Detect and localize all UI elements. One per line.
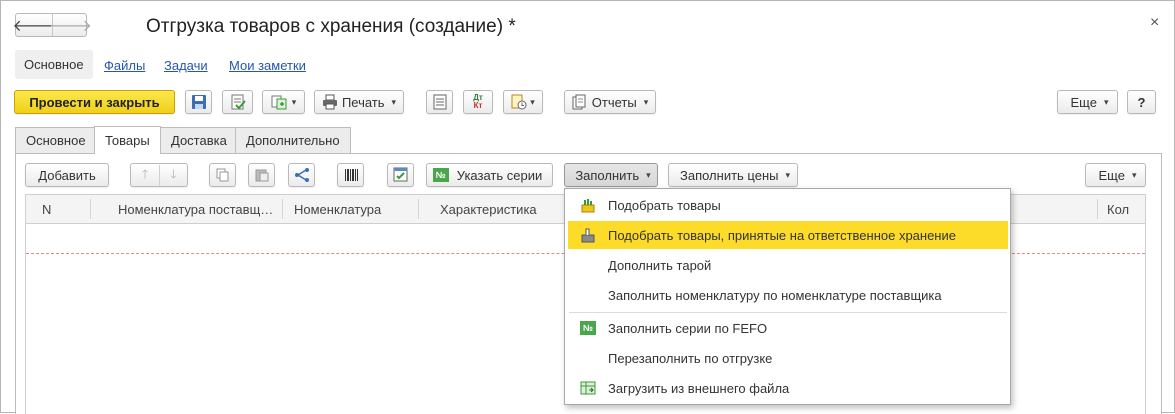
save-icon <box>191 95 206 109</box>
section-tasks[interactable]: Задачи <box>164 58 208 73</box>
structure-button[interactable]: ▾ <box>503 90 543 114</box>
tab-delivery[interactable]: Доставка <box>160 127 238 153</box>
menu-separator <box>569 312 1007 313</box>
series-icon: № <box>580 321 596 335</box>
barcode-button[interactable] <box>337 163 364 187</box>
reports-button[interactable]: Отчеты ▾ <box>564 90 656 114</box>
split-row-button[interactable] <box>288 163 315 187</box>
debit-credit-button[interactable]: Дт Кт <box>463 90 493 114</box>
fill-dropdown-menu: Подобрать товары Подобрать товары, приня… <box>564 188 1011 405</box>
barcode-icon <box>344 169 358 181</box>
print-button[interactable]: Печать ▾ <box>314 90 404 114</box>
chevron-down-icon: ▾ <box>291 96 297 107</box>
post-and-close-label: Провести и закрыть <box>29 94 160 110</box>
pick-goods-icon <box>581 199 595 213</box>
add-row-button[interactable]: Добавить <box>25 163 109 187</box>
chevron-down-icon: ▾ <box>391 96 397 107</box>
post-button[interactable] <box>222 90 253 114</box>
fill-button[interactable]: Заполнить ▾ <box>564 163 658 187</box>
more-label: Еще <box>1070 94 1097 110</box>
fill-label: Заполнить <box>575 167 640 183</box>
create-based-on-button[interactable]: ▾ <box>262 90 305 114</box>
chevron-down-icon: ▾ <box>1103 96 1109 107</box>
move-down-icon[interactable]: 🡓 <box>159 164 187 186</box>
move-rows-group: 🡑 🡓 <box>130 163 188 187</box>
chevron-down-icon: ▾ <box>785 169 790 180</box>
check-button[interactable] <box>387 163 414 187</box>
menu-item-load-from-file[interactable]: Загрузить из внешнего файла <box>568 374 1008 402</box>
split-icon <box>294 168 309 182</box>
menu-item-fill-series-fefo[interactable]: № Заполнить серии по FEFO <box>568 314 1008 342</box>
more-button[interactable]: Еще ▾ <box>1057 90 1118 114</box>
section-my-notes[interactable]: Мои заметки <box>229 58 306 73</box>
copy-button[interactable] <box>209 163 236 187</box>
fill-prices-button[interactable]: Заполнить цены ▾ <box>668 163 798 187</box>
paste-icon <box>255 169 268 182</box>
back-arrow-icon[interactable]: 🡐 <box>13 14 56 36</box>
menu-item-label: Подобрать товары <box>608 197 721 213</box>
series-icon: № <box>432 168 449 182</box>
copy-icon <box>216 168 228 182</box>
help-label: ? <box>1137 94 1146 110</box>
help-button[interactable]: ? <box>1127 90 1156 114</box>
printer-icon <box>322 94 337 110</box>
checklist-icon <box>393 167 407 182</box>
pick-stored-goods-icon <box>581 228 595 243</box>
menu-item-pick-goods[interactable]: Подобрать товары <box>568 191 1008 219</box>
column-quantity[interactable]: Кол <box>1097 195 1129 223</box>
post-and-close-button[interactable]: Провести и закрыть <box>14 90 175 114</box>
column-separator <box>282 199 283 219</box>
chevron-down-icon: ▾ <box>1131 169 1137 180</box>
reports-label: Отчеты <box>591 94 637 110</box>
tab-goods[interactable]: Товары <box>94 126 161 154</box>
chevron-down-icon: ▾ <box>646 169 651 180</box>
document-structure-icon <box>511 94 527 110</box>
paste-button[interactable] <box>248 163 275 187</box>
specify-series-label: Указать серии <box>456 167 543 183</box>
column-nomenclature[interactable]: Номенклатура <box>284 195 381 223</box>
menu-item-pick-stored-goods[interactable]: Подобрать товары, принятые на ответствен… <box>568 221 1008 249</box>
list-icon <box>433 94 446 110</box>
menu-item-refill-by-shipment[interactable]: Перезаполнить по отгрузке <box>568 344 1008 372</box>
print-label: Печать <box>341 94 385 110</box>
chevron-down-icon: ▾ <box>530 96 535 107</box>
document-window: 🡐 🡒 Отгрузка товаров с хранения (создани… <box>0 0 1175 414</box>
save-button[interactable] <box>185 90 212 114</box>
move-up-icon[interactable]: 🡑 <box>131 165 159 186</box>
post-document-icon <box>231 94 246 110</box>
tab-main[interactable]: Основное <box>15 127 97 153</box>
goods-more-button[interactable]: Еще ▾ <box>1085 163 1146 187</box>
column-separator <box>418 199 419 219</box>
tab-additional[interactable]: Дополнительно <box>235 127 351 153</box>
menu-item-add-packaging[interactable]: Дополнить тарой <box>568 251 1008 279</box>
column-characteristic[interactable]: Характеристика <box>430 195 537 223</box>
specify-series-button[interactable]: № Указать серии <box>426 163 553 187</box>
debit-credit-icon: Дт Кт <box>473 94 483 110</box>
reports-icon <box>572 94 586 110</box>
load-file-icon <box>580 381 596 395</box>
close-icon[interactable]: × <box>1150 14 1159 32</box>
menu-item-label: Перезаполнить по отгрузке <box>608 350 773 366</box>
menu-item-label: Загрузить из внешнего файла <box>608 380 790 396</box>
menu-item-label: Заполнить серии по FEFO <box>608 320 768 336</box>
add-label: Добавить <box>38 167 96 183</box>
credit-label: Кт <box>473 101 483 110</box>
section-main[interactable]: Основное <box>15 50 93 79</box>
fill-prices-label: Заполнить цены <box>679 167 779 183</box>
forward-arrow-icon[interactable]: 🡒 <box>49 14 92 36</box>
journal-button[interactable] <box>426 90 453 114</box>
menu-item-label: Дополнить тарой <box>608 257 712 273</box>
window-title: Отгрузка товаров с хранения (создание) * <box>146 16 516 37</box>
chevron-down-icon: ▾ <box>643 96 649 107</box>
section-files[interactable]: Файлы <box>104 58 145 73</box>
column-supplier-nomenclature[interactable]: Номенклатура поставщ… <box>108 195 273 223</box>
goods-more-label: Еще <box>1098 167 1125 183</box>
menu-item-label: Заполнить номенклатуру по номенклатуре п… <box>608 287 942 303</box>
create-based-on-icon <box>271 95 287 110</box>
column-n[interactable]: N <box>32 195 51 223</box>
menu-item-label: Подобрать товары, принятые на ответствен… <box>608 227 956 243</box>
menu-item-fill-by-supplier-nomenclature[interactable]: Заполнить номенклатуру по номенклатуре п… <box>568 281 1008 309</box>
navigation-buttons: 🡐 🡒 <box>13 13 92 37</box>
column-separator <box>90 199 91 219</box>
